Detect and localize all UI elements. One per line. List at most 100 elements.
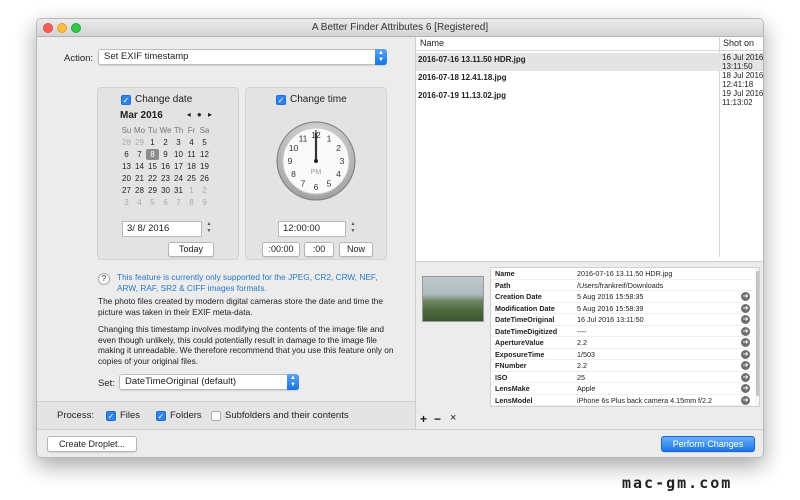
metadata-row[interactable]: DateTimeOriginal 16 Jul 2016 13:11:50 ➜ — [491, 314, 753, 326]
reset-minutes-button[interactable]: :00:00 — [262, 242, 300, 257]
metadata-row[interactable]: ApertureValue 2.2 ➜ — [491, 337, 753, 349]
column-shot-on[interactable]: Shot on — [723, 38, 754, 48]
file-row[interactable]: 2016-07-18 12.41.18.jpg 18 Jul 2016 12:41:… — [416, 71, 763, 89]
calendar-day[interactable]: 27 — [120, 185, 133, 196]
arrow-right-icon[interactable]: ➜ — [741, 326, 750, 336]
arrow-right-icon[interactable]: ➜ — [741, 372, 750, 382]
calendar-day[interactable]: 17 — [172, 161, 185, 172]
calendar-day[interactable]: 7 — [172, 197, 185, 208]
metadata-row[interactable]: FNumber 2.2 ➜ — [491, 360, 753, 372]
calendar-day[interactable]: 26 — [198, 173, 211, 184]
minimize-window-button[interactable] — [57, 23, 67, 33]
calendar-day[interactable]: 2 — [198, 185, 211, 196]
calendar-day[interactable]: 23 — [159, 173, 172, 184]
calendar-day[interactable]: 11 — [185, 149, 198, 160]
calendar-day[interactable]: 1 — [185, 185, 198, 196]
metadata-table: Name 2016-07-16 13.11.50 HDR.jpg Path/User… — [490, 267, 760, 407]
calendar-day[interactable]: 30 — [159, 185, 172, 196]
perform-changes-button[interactable]: Perform Changes — [661, 436, 755, 452]
calendar-day[interactable]: 14 — [133, 161, 146, 172]
calendar-day[interactable]: 4 — [185, 137, 198, 148]
metadata-row[interactable]: ISO 25 ➜ — [491, 372, 753, 383]
now-button[interactable]: Now — [339, 242, 373, 257]
calendar-day[interactable]: 21 — [133, 173, 146, 184]
calendar-day[interactable]: 5 — [146, 197, 159, 208]
change-date-checkbox[interactable]: ✓ Change date — [121, 94, 192, 105]
remove-file-button[interactable]: − — [434, 412, 441, 426]
calendar-day[interactable]: 18 — [185, 161, 198, 172]
metadata-scrollbar[interactable] — [755, 268, 759, 406]
calendar-day[interactable]: 22 — [146, 173, 159, 184]
calendar-day[interactable]: 5 — [198, 137, 211, 148]
zoom-window-button[interactable] — [71, 23, 81, 33]
calendar-day[interactable]: 20 — [120, 173, 133, 184]
metadata-row[interactable]: LensModel iPhone 6s Plus back camera 4.15… — [491, 395, 753, 406]
file-row[interactable]: 2016-07-19 11.13.02.jpg 19 Jul 2016 11:13:… — [416, 89, 763, 107]
calendar-day[interactable]: 8 — [185, 197, 198, 208]
calendar-day[interactable]: 2 — [159, 137, 172, 148]
arrow-right-icon[interactable]: ➜ — [741, 349, 750, 359]
calendar-day[interactable]: 19 — [198, 161, 211, 172]
calendar-day[interactable]: 3 — [172, 137, 185, 148]
arrow-right-icon[interactable]: ➜ — [741, 361, 750, 370]
metadata-row[interactable]: DateTimeDigitized ---- ➜ — [491, 326, 753, 337]
folders-checkbox[interactable]: ✓ Folders — [156, 410, 202, 421]
calendar-day[interactable]: 1 — [146, 137, 159, 148]
metadata-row[interactable]: Path/Users/frankreif/Downloads — [491, 280, 753, 291]
file-row[interactable]: 2016-07-16 13.11.50 HDR.jpg 16 Jul 2016 13… — [416, 53, 763, 71]
calendar-day[interactable]: 3 — [120, 197, 133, 208]
calendar-day[interactable]: 16 — [159, 161, 172, 172]
close-window-button[interactable] — [43, 23, 53, 33]
arrow-right-icon[interactable]: ➜ — [741, 315, 750, 324]
create-droplet-button[interactable]: Create Droplet... — [47, 436, 137, 452]
clock-period: PM — [311, 169, 322, 176]
arrow-right-icon[interactable]: ➜ — [741, 338, 750, 347]
metadata-value: ---- — [577, 326, 587, 336]
metadata-row[interactable]: LensMake Apple ➜ — [491, 383, 753, 395]
calendar-day[interactable]: 9 — [159, 149, 172, 160]
calendar-day[interactable]: 15 — [146, 161, 159, 172]
add-file-button[interactable]: + — [420, 412, 427, 426]
calendar-day[interactable]: 13 — [120, 161, 133, 172]
metadata-row[interactable]: Name 2016-07-16 13.11.50 HDR.jpg — [491, 268, 753, 280]
clear-list-button[interactable]: × — [450, 412, 456, 424]
metadata-row[interactable]: ExposureTime 1/503 ➜ — [491, 349, 753, 360]
calendar-day[interactable]: 31 — [172, 185, 185, 196]
calendar-nav-arrows[interactable]: ◂ ● ▸ — [187, 110, 214, 119]
change-time-checkbox[interactable]: ✓ Change time — [276, 94, 347, 105]
date-field[interactable]: 3/ 8/ 2016 — [122, 221, 202, 237]
subfolders-checkbox[interactable]: ✓ Subfolders and their contents — [211, 410, 349, 421]
date-stepper[interactable]: ▲ ▼ — [205, 221, 213, 237]
calendar-day[interactable]: 24 — [172, 173, 185, 184]
calendar-day[interactable]: 28 — [133, 185, 146, 196]
bottom-bar: Create Droplet... Perform Changes — [37, 429, 763, 457]
arrow-right-icon[interactable]: ➜ — [741, 292, 750, 301]
calendar-day[interactable]: 29 — [146, 185, 159, 196]
time-field[interactable]: 12:00:00 — [278, 221, 346, 237]
calendar-day[interactable]: 4 — [133, 197, 146, 208]
help-icon[interactable]: ? — [98, 273, 110, 285]
weekday-label: Tu — [147, 126, 158, 135]
calendar-day[interactable]: 28 — [120, 137, 133, 148]
column-name[interactable]: Name — [420, 38, 444, 48]
time-stepper[interactable]: ▲ ▼ — [349, 221, 357, 237]
set-popup[interactable]: DateTimeOriginal (default) ▲ ▼ — [119, 374, 299, 390]
files-checkbox[interactable]: ✓ Files — [106, 410, 140, 421]
arrow-right-icon[interactable]: ➜ — [741, 303, 750, 313]
metadata-row[interactable]: Modification Date 5 Aug 2016 15:58:39 ➜ — [491, 303, 753, 314]
calendar-day[interactable]: 6 — [120, 149, 133, 160]
calendar-day[interactable]: 8 — [146, 149, 159, 160]
reset-seconds-button[interactable]: :00 — [304, 242, 334, 257]
calendar-day[interactable]: 25 — [185, 173, 198, 184]
arrow-right-icon[interactable]: ➜ — [741, 384, 750, 393]
metadata-row[interactable]: Creation Date 5 Aug 2016 15:58:35 ➜ — [491, 291, 753, 303]
calendar-day[interactable]: 12 — [198, 149, 211, 160]
calendar-day[interactable]: 6 — [159, 197, 172, 208]
today-button[interactable]: Today — [168, 242, 214, 257]
arrow-right-icon[interactable]: ➜ — [741, 395, 750, 405]
calendar-day[interactable]: 9 — [198, 197, 211, 208]
calendar-day[interactable]: 29 — [133, 137, 146, 148]
calendar-day[interactable]: 10 — [172, 149, 185, 160]
calendar-day[interactable]: 7 — [133, 149, 146, 160]
action-popup[interactable]: Set EXIF timestamp ▲ ▼ — [98, 49, 387, 65]
